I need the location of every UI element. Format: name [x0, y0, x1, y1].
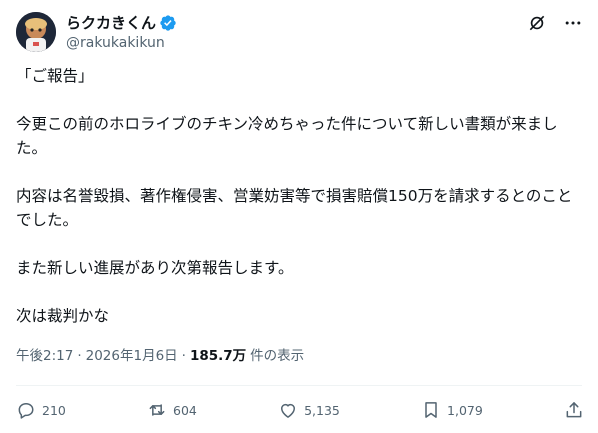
bookmark-count: 1,079	[447, 402, 483, 418]
tweet-paragraph: 次は裁判かな	[16, 307, 110, 325]
tweet-meta: 午後2:17 · 2026年1月6日 · 185.7万 件の表示	[16, 346, 304, 366]
tweet-text: 「ご報告」 今更この前のホロライブのチキン冷めちゃった件について新しい書類が来ま…	[16, 64, 582, 328]
grok-icon[interactable]	[526, 12, 548, 34]
tweet-paragraph: 「ご報告」	[16, 67, 94, 85]
tweet-paragraph: 内容は名誉毀損、著作権侵害、営業妨害等で損害賠償150万を請求するとのことでした…	[16, 187, 573, 229]
header-actions	[526, 12, 584, 34]
like-icon	[278, 400, 298, 420]
reply-count: 210	[42, 402, 66, 418]
tweet-date[interactable]: 2026年1月6日	[86, 346, 178, 366]
tweet-paragraph: 今更この前のホロライブのチキン冷めちゃった件について新しい書類が来ました。	[16, 115, 558, 157]
author-display-name[interactable]: らクカきくん	[66, 13, 177, 33]
views-count[interactable]: 185.7万	[190, 346, 246, 366]
repost-count: 604	[173, 402, 197, 418]
meta-separator: ·	[77, 348, 82, 364]
bookmark-icon	[421, 400, 441, 420]
repost-button[interactable]: 604	[147, 400, 197, 420]
like-button[interactable]: 5,135	[278, 400, 340, 420]
reply-button[interactable]: 210	[16, 400, 66, 420]
tweet-card: らクカきくん @rakukakikun 「ご報告」 今更この前のホロライブのチキ…	[0, 0, 598, 433]
reply-icon	[16, 400, 36, 420]
avatar[interactable]	[16, 12, 56, 52]
like-count: 5,135	[304, 402, 340, 418]
divider	[16, 385, 582, 386]
tweet-time[interactable]: 午後2:17	[16, 346, 73, 366]
share-button[interactable]	[564, 400, 584, 420]
bookmark-button[interactable]: 1,079	[421, 400, 483, 420]
more-icon[interactable]	[562, 12, 584, 34]
meta-separator: ·	[181, 348, 186, 364]
share-icon	[564, 400, 584, 420]
author-handle[interactable]: @rakukakikun	[66, 34, 165, 52]
verified-icon	[159, 14, 177, 32]
display-name-text: らクカきくん	[66, 14, 157, 32]
action-bar: 210 604 5,135 1,079	[16, 397, 584, 423]
views-label: 件の表示	[250, 348, 305, 364]
repost-icon	[147, 400, 167, 420]
tweet-paragraph: また新しい進展があり次第報告します。	[16, 259, 294, 277]
